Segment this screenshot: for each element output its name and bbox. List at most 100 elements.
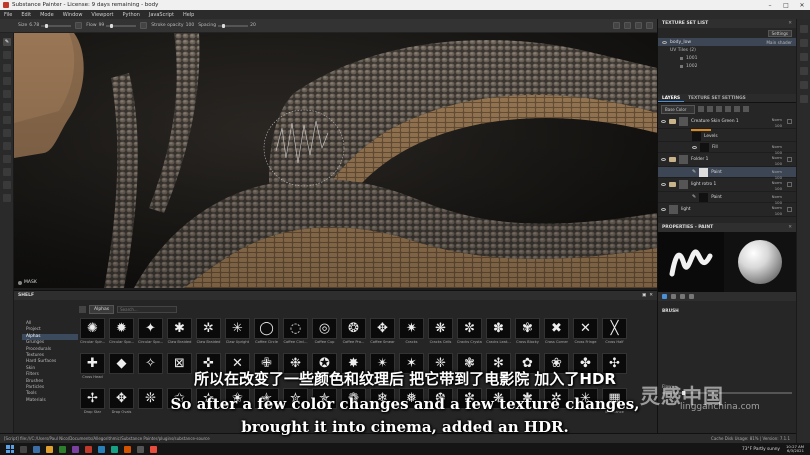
alpha-thumbnail[interactable]: ✽ Cracks Leat... xyxy=(486,318,511,347)
layer-checkbox[interactable] xyxy=(787,182,792,187)
size-control[interactable]: Size 6.78 xyxy=(18,23,72,28)
add-layer-icon[interactable] xyxy=(725,106,731,112)
texture-set-shader[interactable]: Main shader xyxy=(766,40,792,45)
layer-checkbox[interactable] xyxy=(787,157,792,162)
eraser-icon[interactable] xyxy=(3,51,11,59)
layer-checkbox[interactable] xyxy=(787,207,792,212)
visibility-eye-icon[interactable] xyxy=(662,40,667,44)
add-effect-icon[interactable] xyxy=(698,106,704,112)
substance-painter-icon[interactable] xyxy=(85,445,92,453)
add-fill-layer-icon[interactable] xyxy=(716,106,722,112)
layer-visibility-icon[interactable] xyxy=(661,208,666,211)
history-icon[interactable] xyxy=(3,155,11,163)
alpha-thumbnail[interactable]: ✱ Claw Braided xyxy=(167,318,192,347)
layer-blend-mode[interactable]: Norm xyxy=(772,194,782,199)
alpha-thumbnail[interactable]: ╳ Cross Half xyxy=(602,318,627,347)
app-icon[interactable] xyxy=(124,445,131,453)
chrome-icon[interactable] xyxy=(150,445,157,453)
uv-tile-row[interactable]: 1001 xyxy=(658,54,796,62)
projection-icon[interactable] xyxy=(3,64,11,72)
alpha-thumbnail[interactable]: ✾ Cross Blocky xyxy=(515,318,540,347)
layer-visibility-icon[interactable] xyxy=(661,158,666,161)
size-value[interactable]: 6.78 xyxy=(29,23,39,28)
menu-file[interactable]: File xyxy=(4,12,12,18)
pause-icon[interactable] xyxy=(624,22,631,29)
texture-set-settings-button[interactable]: Settings xyxy=(767,29,792,37)
menu-python[interactable]: Python xyxy=(123,12,140,18)
panel-close-icon[interactable]: ✕ xyxy=(788,21,792,26)
stroke-opacity-control[interactable]: Stroke opacity 100 xyxy=(151,23,194,28)
color-picker-icon[interactable] xyxy=(3,116,11,124)
panel-close-icon[interactable]: ✕ xyxy=(788,225,792,230)
layer-blend-mode[interactable]: Norm xyxy=(772,180,782,185)
alpha-thumbnail[interactable]: ✺ Circular Spir... xyxy=(80,318,105,347)
alpha-thumbnail[interactable]: ❋ Cracks Cells xyxy=(428,318,453,347)
alpha-thumbnail[interactable]: ✼ Cracks Crystal xyxy=(457,318,482,347)
tab-texture-set-settings[interactable]: TEXTURE SET SETTINGS xyxy=(684,94,750,102)
maximize-button[interactable]: □ xyxy=(778,0,794,10)
layer-row[interactable]: ✎ Paint Norm 100 xyxy=(658,167,796,180)
uv-tile-row[interactable]: 1002 xyxy=(658,62,796,70)
layer-visibility-icon[interactable] xyxy=(661,183,666,186)
alpha-thumbnail[interactable]: ✦ Circular Spo... xyxy=(138,318,163,347)
menu-javascript[interactable]: JavaScript xyxy=(149,12,174,18)
alpha-thumbnail[interactable]: ✹ Circular Spo... xyxy=(109,318,134,347)
material-tab-icon[interactable] xyxy=(689,294,694,299)
alpha-thumbnail[interactable]: ✳ Claw Upright xyxy=(225,318,250,347)
paint-brush-icon[interactable]: ✎ xyxy=(3,38,11,46)
task-view-icon[interactable] xyxy=(33,445,40,453)
uv-tiles-row[interactable]: UV Tiles (2) xyxy=(658,46,796,54)
app-icon[interactable] xyxy=(59,445,66,453)
history-icon[interactable] xyxy=(800,95,808,103)
layer-row[interactable]: light rotro 1 Norm 100 xyxy=(658,178,796,192)
spacing-value[interactable]: 20 xyxy=(250,23,256,28)
layer-row[interactable]: Levels xyxy=(658,131,796,142)
layer-row[interactable]: light Norm 100 xyxy=(658,203,796,217)
layer-row[interactable]: ✎ Paint Norm 100 xyxy=(658,192,796,205)
smudge-icon[interactable] xyxy=(3,90,11,98)
app-icon[interactable] xyxy=(72,445,79,453)
texture-set-row[interactable]: body_low Main shader xyxy=(658,38,796,46)
layers-icon[interactable] xyxy=(800,39,808,47)
layer-blend-mode[interactable]: Norm xyxy=(772,169,782,174)
windows-start-icon[interactable] xyxy=(6,445,14,453)
3d-viewport[interactable]: MASK xyxy=(14,33,657,288)
clone-icon[interactable] xyxy=(3,103,11,111)
layer-blend-mode[interactable]: Norm xyxy=(772,155,782,160)
menu-edit[interactable]: Edit xyxy=(21,12,31,18)
menu-viewport[interactable]: Viewport xyxy=(91,12,113,18)
alpha-thumbnail[interactable]: ✷ Cracks xyxy=(399,318,424,347)
polygon-fill-icon[interactable] xyxy=(3,129,11,137)
stroke-opacity-value[interactable]: 100 xyxy=(186,23,195,28)
layer-checkbox[interactable] xyxy=(787,119,792,124)
layout-icon[interactable] xyxy=(646,22,653,29)
weather-widget[interactable]: 73°F Partly sunny xyxy=(742,447,780,452)
alpha-thumbnail[interactable]: ✖ Cross Corner xyxy=(544,318,569,347)
display-settings-icon[interactable] xyxy=(800,67,808,75)
layer-opacity[interactable]: 100 xyxy=(775,186,782,191)
flow-value[interactable]: 99 xyxy=(99,23,105,28)
layer-row[interactable]: Creature Skin Green 1 Norm 100 xyxy=(658,115,796,129)
geometry-mask-icon[interactable] xyxy=(3,77,11,85)
app-icon[interactable] xyxy=(111,445,118,453)
flow-pressure-icon[interactable] xyxy=(140,22,148,29)
clock[interactable]: 10:27 AM 6/3/2021 xyxy=(786,444,804,454)
bake-icon[interactable] xyxy=(3,142,11,150)
filter-icon[interactable] xyxy=(79,306,86,313)
add-folder-icon[interactable] xyxy=(734,106,740,112)
alpha-thumbnail[interactable]: ✥ Coffee Smear xyxy=(370,318,395,347)
layer-opacity[interactable]: 100 xyxy=(775,123,782,128)
spacing-slider[interactable] xyxy=(218,23,249,28)
alpha-thumbnail[interactable]: ◌ Coffee Circl... xyxy=(283,318,308,347)
alpha-tab-icon[interactable] xyxy=(671,294,676,299)
delete-layer-icon[interactable] xyxy=(743,106,749,112)
shelf-close-icon[interactable]: ✕ xyxy=(649,293,653,298)
texture-set-list-icon[interactable] xyxy=(800,25,808,33)
layer-blend-mode[interactable]: Norm xyxy=(772,205,782,210)
menu-mode[interactable]: Mode xyxy=(40,12,54,18)
layer-blend-mode[interactable]: Norm xyxy=(772,144,782,149)
flow-slider[interactable] xyxy=(106,23,137,28)
alpha-thumbnail[interactable]: ✕ Cross Fringe xyxy=(573,318,598,347)
layer-visibility-icon[interactable] xyxy=(661,120,666,123)
menu-window[interactable]: Window xyxy=(63,12,83,18)
